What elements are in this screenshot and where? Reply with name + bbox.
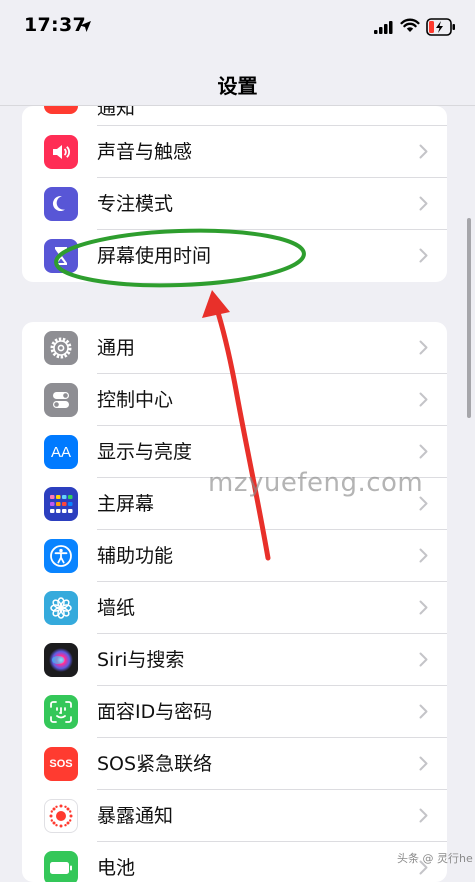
- moon-icon: [44, 187, 78, 221]
- settings-row-label: 声音与触感: [97, 141, 193, 163]
- location-arrow-icon: [80, 21, 91, 32]
- sos-glyph: SOS: [49, 758, 73, 770]
- chevron-right-icon: [419, 444, 428, 459]
- settings-row-wallpaper[interactable]: 墙纸: [22, 582, 447, 634]
- settings-row-emergency-sos[interactable]: SOS SOS紧急联络: [22, 738, 447, 790]
- settings-row-label: 屏幕使用时间: [97, 245, 212, 267]
- settings-row-focus[interactable]: 专注模式: [22, 178, 447, 230]
- exposure-icon: [44, 799, 78, 833]
- settings-row-label: 暴露通知: [97, 805, 174, 827]
- settings-row-label: 墙纸: [97, 597, 136, 619]
- chevron-right-icon: [419, 704, 428, 719]
- page-title: 设置: [217, 74, 258, 98]
- scroll-indicator[interactable]: [467, 218, 471, 418]
- settings-row-label: 控制中心: [97, 389, 174, 411]
- chevron-right-icon: [419, 248, 428, 263]
- home-screen-icon: [44, 487, 78, 521]
- sos-icon: SOS: [44, 747, 78, 781]
- battery-icon: [44, 851, 78, 882]
- settings-row-label: 显示与亮度: [97, 441, 193, 463]
- text-size-glyph: AA: [50, 443, 71, 461]
- chevron-right-icon: [419, 808, 428, 823]
- chevron-right-icon: [419, 196, 428, 211]
- settings-row-label: SOS紧急联络: [97, 753, 213, 775]
- settings-row-exposure[interactable]: 暴露通知: [22, 790, 447, 842]
- settings-row-label: Siri与搜索: [97, 649, 185, 671]
- chevron-right-icon: [419, 756, 428, 771]
- sound-icon: [44, 135, 78, 169]
- settings-row-label: 辅助功能: [97, 545, 174, 567]
- chevron-right-icon: [419, 652, 428, 667]
- settings-row-accessibility[interactable]: 辅助功能: [22, 530, 447, 582]
- status-time: 17:37: [24, 14, 86, 36]
- siri-icon: [44, 643, 78, 677]
- settings-row-notifications[interactable]: 通知: [22, 106, 447, 126]
- hourglass-icon: [44, 239, 78, 273]
- battery-charging-icon: [426, 18, 455, 36]
- accessibility-icon: [44, 539, 78, 573]
- chevron-right-icon: [419, 392, 428, 407]
- settings-row-face-id[interactable]: 面容ID与密码: [22, 686, 447, 738]
- settings-row-label: 电池: [97, 857, 136, 879]
- chevron-right-icon: [419, 340, 428, 355]
- settings-row-sounds[interactable]: 声音与触感: [22, 126, 447, 178]
- settings-row-label: 主屏幕: [97, 493, 155, 515]
- settings-row-label: 通知: [97, 106, 136, 119]
- cellular-signal-icon: [374, 21, 393, 34]
- toggles-icon: [44, 383, 78, 417]
- settings-row-label: 通用: [97, 337, 136, 359]
- settings-row-battery[interactable]: 电池: [22, 842, 447, 882]
- red-arrow-head: [202, 290, 230, 318]
- notifications-icon: [44, 106, 78, 114]
- chevron-right-icon: [419, 496, 428, 511]
- chevron-right-icon: [419, 600, 428, 615]
- watermark-text: mzyuefeng.com: [208, 468, 424, 498]
- settings-row-label: 专注模式: [97, 193, 174, 215]
- status-bar: 17:37: [0, 0, 475, 56]
- text-size-icon: AA: [44, 435, 78, 469]
- settings-row-control-center[interactable]: 控制中心: [22, 374, 447, 426]
- settings-group-1: 通知 声音与触感 专注模式 屏幕使用时间: [22, 106, 447, 282]
- settings-group-2: 通用 控制中心 AA 显示与亮度 主屏幕 辅助功能 墙纸 Siri与搜索 面容I…: [22, 322, 447, 882]
- wifi-icon: [400, 18, 420, 32]
- source-logo: 头条 @ 灵行he: [397, 852, 473, 865]
- chevron-right-icon: [419, 548, 428, 563]
- settings-row-screen-time[interactable]: 屏幕使用时间: [22, 230, 447, 282]
- chevron-right-icon: [419, 144, 428, 159]
- gear-icon: [44, 331, 78, 365]
- settings-row-general[interactable]: 通用: [22, 322, 447, 374]
- face-id-icon: [44, 695, 78, 729]
- flower-icon: [44, 591, 78, 625]
- settings-row-label: 面容ID与密码: [97, 701, 213, 723]
- settings-row-siri[interactable]: Siri与搜索: [22, 634, 447, 686]
